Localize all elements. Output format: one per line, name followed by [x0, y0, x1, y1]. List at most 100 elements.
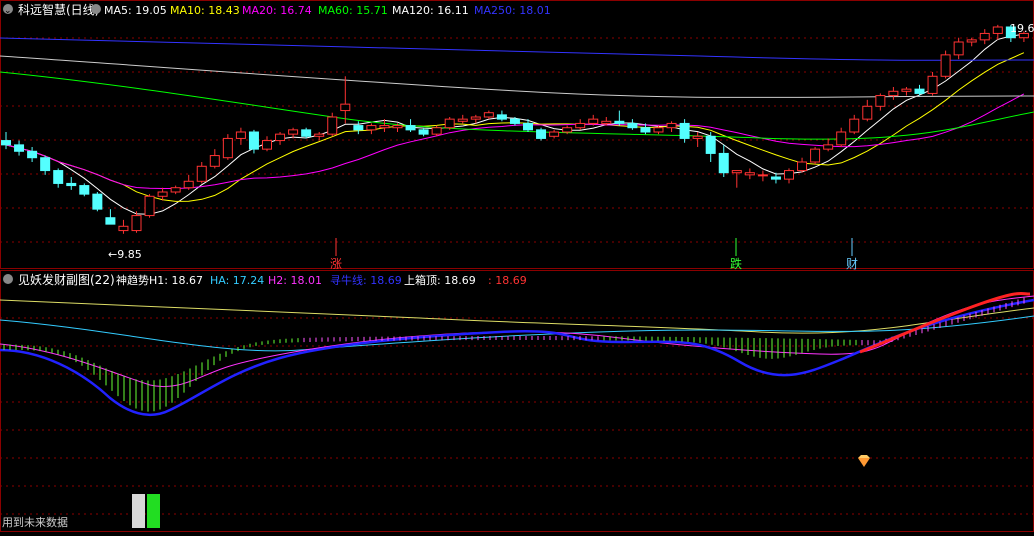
candle-body — [327, 116, 338, 135]
stock-title: 科远智慧(日线) — [18, 2, 99, 17]
candle-body — [797, 161, 808, 172]
candle-body — [53, 170, 64, 184]
candle-body — [79, 185, 90, 195]
candle-body — [549, 131, 560, 137]
candle-body — [888, 90, 899, 97]
candle-body — [392, 125, 403, 129]
high-price-marker: 19.6 — [1010, 22, 1034, 35]
white-volume-bar — [132, 494, 145, 528]
main-panel-frame — [0, 0, 1034, 269]
bull-line — [0, 298, 1034, 417]
candle-body — [353, 125, 364, 131]
ma-label-1: MA5: 19.05 — [104, 4, 167, 17]
candle-body — [222, 137, 233, 159]
chart-window: ←9.85 19.6 涨 跌 财 ⌄ 科远智慧(日线) MA5: 19.05 MA10: 18.… — [0, 0, 1034, 532]
h2-line — [0, 295, 1034, 388]
candle-body — [1, 140, 11, 146]
candle-body — [810, 148, 821, 163]
candle-body — [157, 191, 168, 197]
candle-body — [601, 120, 612, 124]
candle-body — [118, 225, 129, 232]
sub-indicator-label-6: : 18.69 — [488, 274, 527, 287]
candle-body — [875, 95, 886, 107]
candle-body — [457, 118, 468, 122]
sub-indicator-label-3: H2: 18.01 — [268, 274, 322, 287]
low-price-marker: ←9.85 — [108, 248, 142, 261]
candle-body — [849, 118, 860, 133]
candle-body — [953, 41, 964, 56]
candle-body — [914, 88, 925, 94]
candle-body — [862, 105, 873, 120]
candle-body — [235, 131, 246, 139]
candle-body — [705, 135, 716, 154]
diamond-icon — [858, 458, 870, 467]
green-volume-bar — [147, 494, 160, 528]
candle-body — [718, 152, 729, 174]
candle-body — [470, 116, 481, 120]
candle-body — [196, 165, 207, 182]
sub-indicator-label-4: 寻牛线: 18.69 — [330, 273, 402, 287]
sub-panel-frame — [0, 270, 1034, 532]
candle-body — [744, 172, 755, 176]
diamond-top — [858, 455, 870, 458]
sub-indicator-label-1: 神趋势H1: 18.67 — [116, 273, 203, 287]
candle-body — [588, 118, 599, 124]
candle-body — [836, 131, 847, 146]
candle-body — [314, 133, 325, 137]
candle-body — [509, 118, 520, 124]
candle-body — [575, 122, 586, 129]
candle-body — [366, 125, 377, 131]
candle-body — [405, 125, 416, 131]
candle-body — [66, 182, 77, 187]
chevron-down-icon: ⌄ — [4, 6, 12, 16]
candle-body — [418, 129, 429, 135]
candle-body — [992, 26, 1003, 34]
candle-body — [262, 140, 272, 150]
candle-body — [823, 144, 834, 150]
chart-svg: ←9.85 19.6 涨 跌 财 ⌄ 科远智慧(日线) MA5: 19.05 MA10: 18.… — [0, 0, 1034, 532]
candle-body — [679, 122, 690, 139]
candle-body — [496, 114, 507, 120]
ma-label-4: MA60: 15.71 — [318, 4, 388, 17]
candle-body — [144, 195, 155, 217]
candle-body — [131, 215, 142, 232]
candle-body — [536, 129, 547, 139]
sub-collapse-icon[interactable] — [3, 274, 13, 284]
candle-body — [14, 144, 25, 152]
sub-chart-title: 见妖发财副图(22) — [18, 272, 115, 287]
candle-body — [562, 127, 573, 133]
indicator-menu-icon[interactable] — [91, 4, 101, 14]
event-marker-1: 涨 — [330, 256, 342, 271]
candle-body — [27, 150, 38, 159]
candle-body — [927, 75, 938, 94]
candle-body — [248, 131, 259, 150]
candle-body — [979, 32, 990, 41]
candle-body — [92, 193, 103, 210]
candle-body — [731, 170, 742, 174]
event-marker-2: 跌 — [730, 256, 742, 271]
future-data-warning: 用到未来数据 — [2, 515, 68, 529]
sub-indicator-label-2: HA: 17.24 — [210, 274, 264, 287]
ma250-line — [0, 37, 1034, 61]
candle-body — [288, 129, 299, 135]
candle-body — [379, 125, 390, 129]
h1-trend-line — [0, 299, 1034, 334]
candle-body — [209, 155, 220, 167]
ma-label-3: MA20: 16.74 — [242, 4, 312, 17]
candle-body — [901, 88, 912, 92]
candle-body — [784, 170, 794, 180]
candle-body — [431, 127, 442, 135]
candle-body — [653, 127, 664, 133]
candle-body — [183, 180, 194, 189]
candle-body — [692, 135, 703, 139]
candle-body — [444, 118, 455, 129]
ma-label-6: MA250: 18.01 — [474, 4, 551, 17]
candle-body — [275, 133, 286, 142]
sub-indicator-label-5: 上箱顶: 18.69 — [404, 273, 476, 287]
candle-body — [640, 127, 651, 133]
event-marker-3: 财 — [846, 257, 858, 271]
candle-body — [966, 39, 977, 43]
candle-body — [757, 174, 768, 177]
candle-body — [666, 122, 677, 129]
candle-body — [523, 122, 533, 131]
